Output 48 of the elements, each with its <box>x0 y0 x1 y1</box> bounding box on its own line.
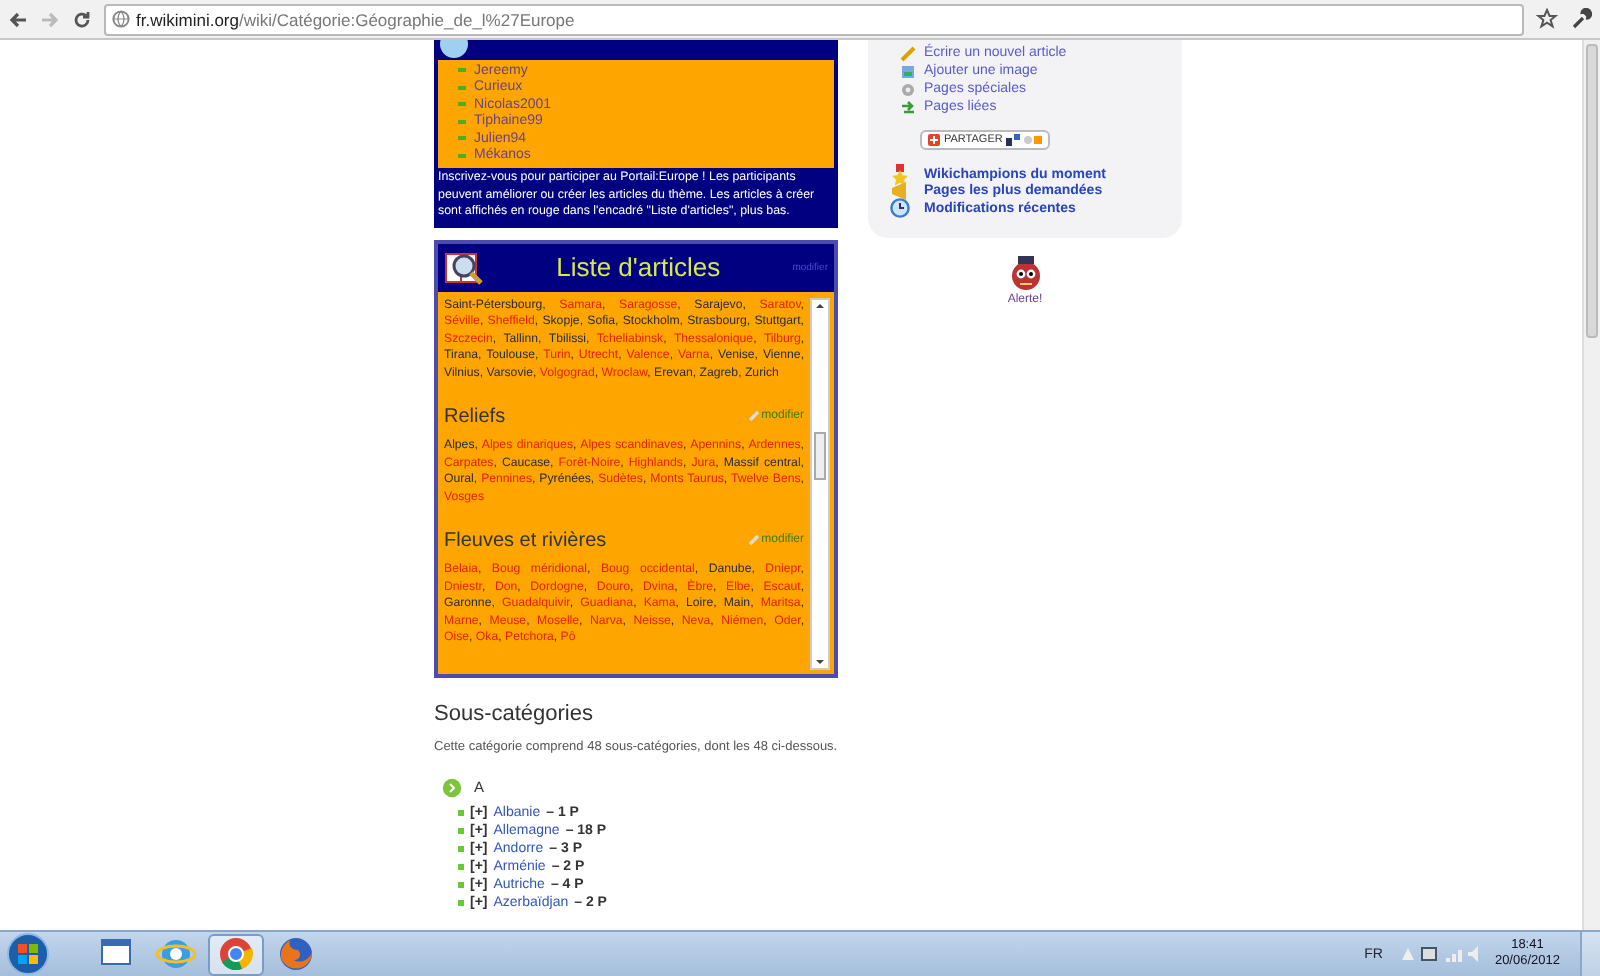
scrollbar-thumb[interactable] <box>814 431 826 480</box>
arrows-icon <box>900 99 916 115</box>
medal-icon <box>890 163 910 186</box>
bullet-icon <box>458 899 464 906</box>
section-heading: Sous-catégories <box>434 701 595 726</box>
magnifier-book-icon <box>444 247 484 288</box>
pencil-icon <box>747 410 760 423</box>
horn-icon <box>890 180 910 203</box>
reload-icon[interactable] <box>72 9 92 29</box>
start-orb-icon[interactable] <box>4 932 52 976</box>
bullet-icon <box>458 809 464 816</box>
plus-square-icon <box>928 134 940 146</box>
image-icon <box>900 63 916 79</box>
globe-icon <box>112 10 130 28</box>
section-heading: Fleuves et rivières <box>444 530 607 553</box>
bullet-icon <box>458 153 466 158</box>
round-tricolor-icon <box>216 934 256 974</box>
clock-icon <box>890 197 910 220</box>
bullet-icon <box>458 845 464 852</box>
pencil-icon <box>747 534 760 547</box>
pencil-icon <box>900 45 916 61</box>
bullet-icon <box>458 85 466 90</box>
gear-icon <box>900 81 916 97</box>
article-list-title: Liste d'articles <box>554 252 723 283</box>
url-text: fr.wikimini.org/wiki/Catégorie:Géographie_de_l%27Europe <box>136 9 575 29</box>
page-scrollbar[interactable] <box>1582 40 1600 930</box>
bullet-icon <box>458 119 466 124</box>
scroll-down-icon <box>814 657 826 668</box>
section-heading: Reliefs <box>444 406 506 429</box>
list-scrollbar[interactable] <box>810 297 830 670</box>
star-icon[interactable] <box>1536 8 1558 30</box>
chevron-circle-icon <box>442 777 462 798</box>
scroll-up-icon <box>814 299 826 310</box>
fox-globe-icon <box>276 934 316 974</box>
tray-icons[interactable] <box>1398 944 1479 964</box>
bullet-icon <box>458 136 466 141</box>
taskbar-app-button[interactable] <box>208 933 264 975</box>
address-bar[interactable]: fr.wikimini.org/wiki/Catégorie:Géographie_de_l%27Europe <box>104 3 1524 35</box>
wrench-icon[interactable] <box>1570 8 1592 30</box>
back-icon[interactable] <box>8 9 28 29</box>
bullet-icon <box>458 881 464 888</box>
share-services-icon <box>1006 134 1043 146</box>
globe-image <box>438 40 470 60</box>
bullet-icon <box>458 863 464 870</box>
bullet-icon <box>458 827 464 834</box>
bullet-icon <box>458 68 466 73</box>
bullet-icon <box>458 102 466 107</box>
mascot-drawing[interactable] <box>1007 253 1043 293</box>
